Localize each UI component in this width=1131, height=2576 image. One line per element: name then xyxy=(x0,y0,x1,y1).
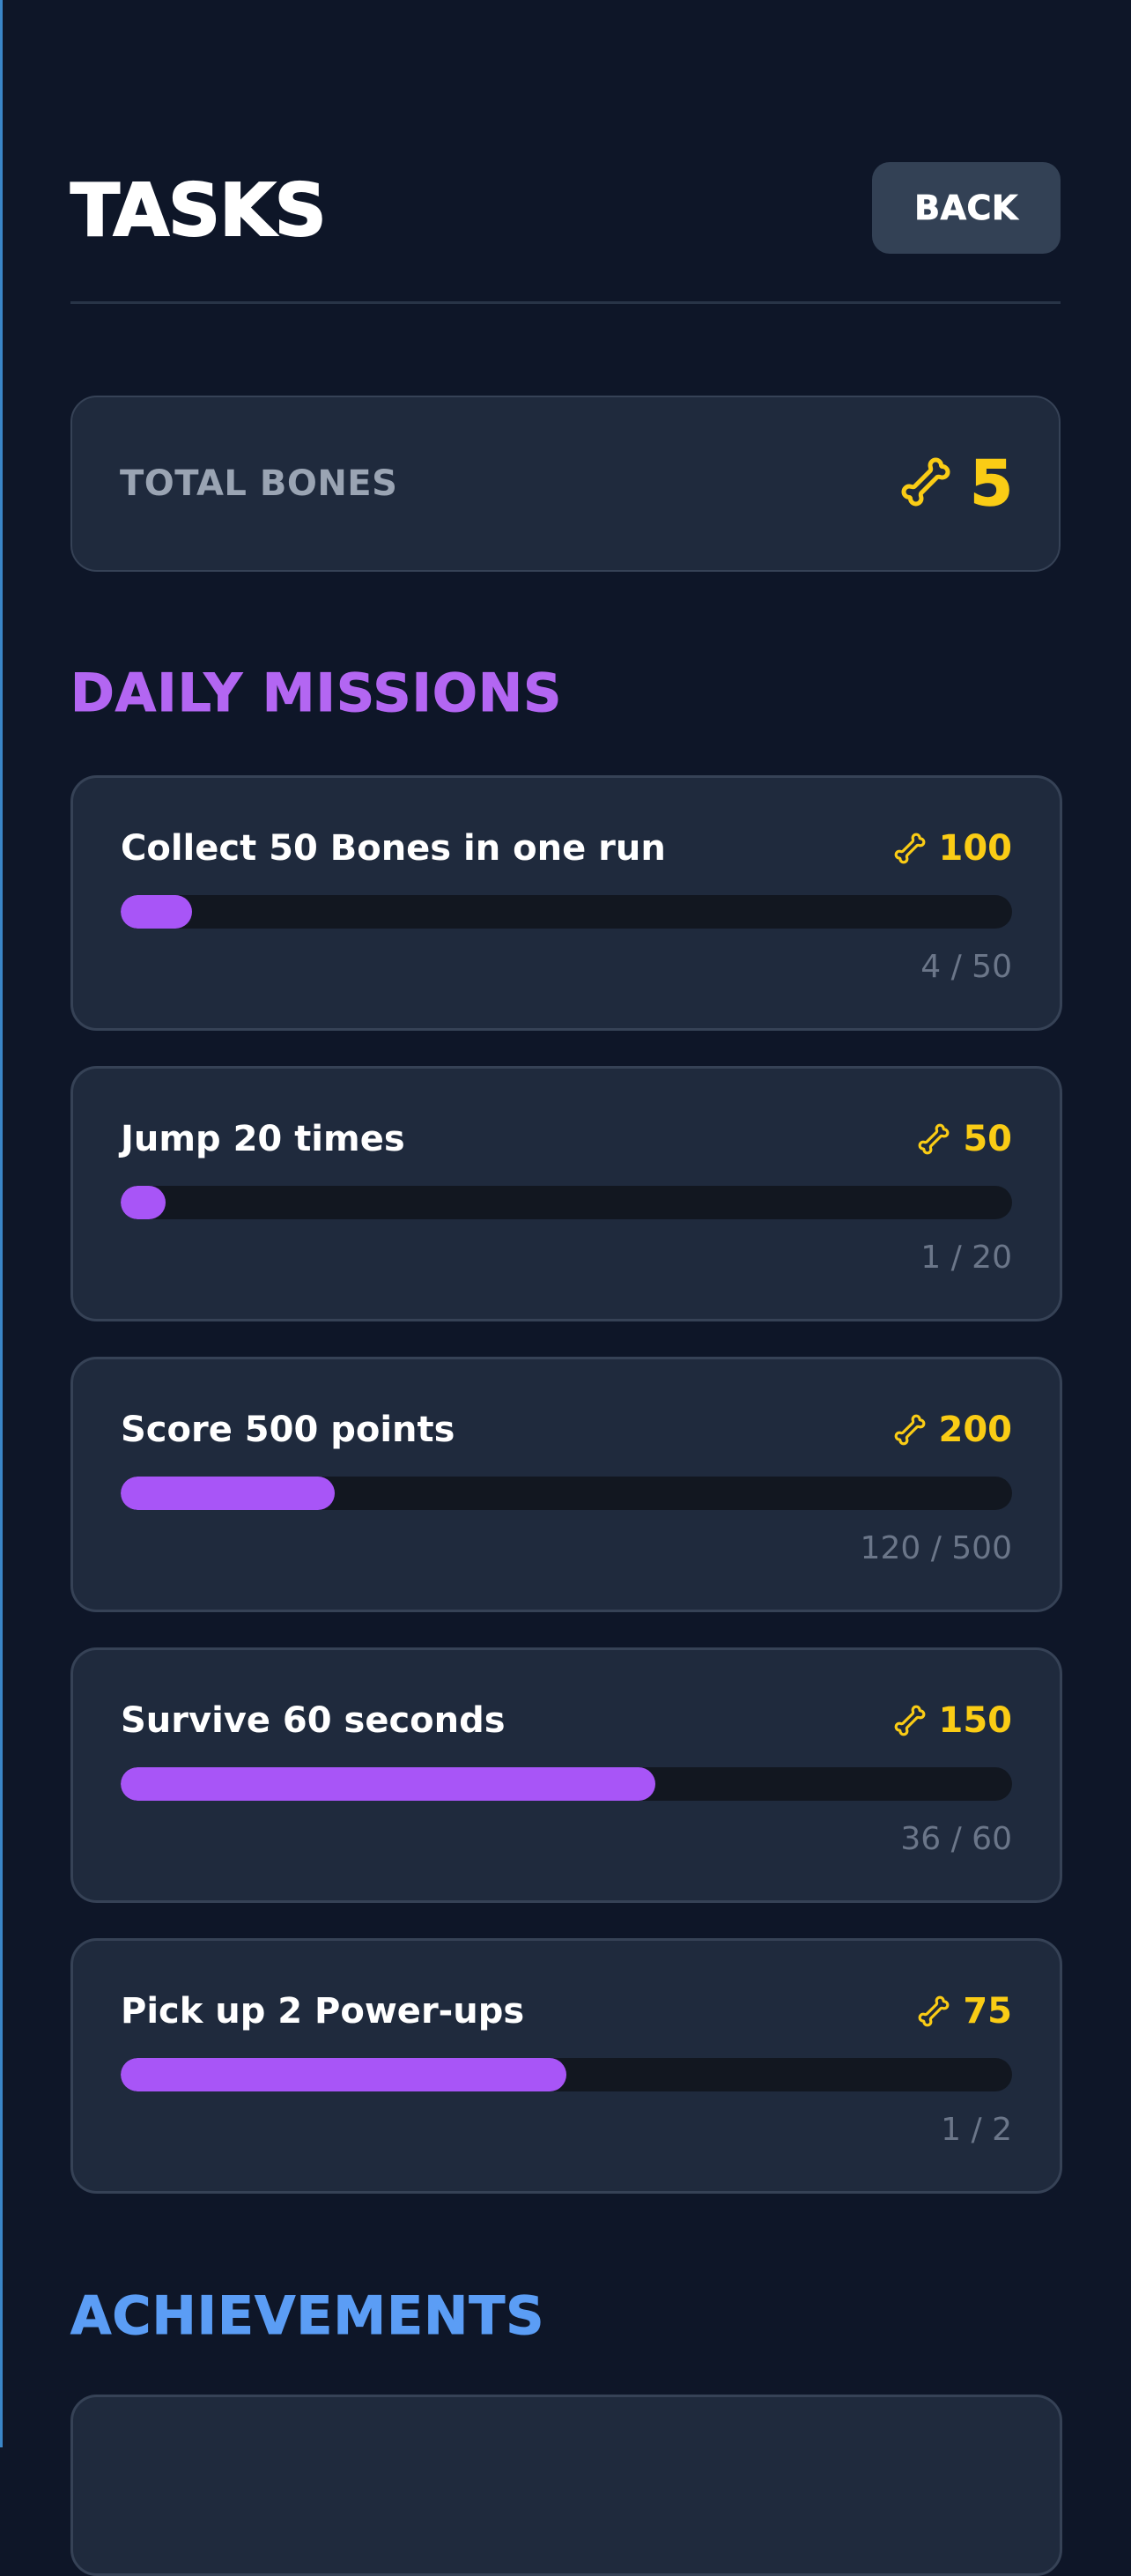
bone-icon xyxy=(893,1704,927,1737)
bone-icon xyxy=(893,1413,927,1447)
back-button[interactable]: BACK xyxy=(872,162,1061,254)
mission-title: Survive 60 seconds xyxy=(121,1700,506,1741)
mission-card[interactable]: Survive 60 seconds 150 36 / 60 xyxy=(70,1647,1062,1903)
mission-reward-value: 150 xyxy=(938,1700,1013,1741)
mission-progress-bar xyxy=(121,895,1012,929)
mission-title: Collect 50 Bones in one run xyxy=(121,828,666,869)
mission-card[interactable]: Pick up 2 Power-ups 75 1 / 2 xyxy=(70,1938,1062,2194)
mission-reward-value: 200 xyxy=(938,1410,1013,1450)
mission-card[interactable]: Collect 50 Bones in one run 100 4 / 50 xyxy=(70,775,1062,1031)
mission-progress-text: 4 / 50 xyxy=(920,949,1012,985)
bone-icon xyxy=(917,1122,950,1156)
header-divider xyxy=(70,301,1061,304)
mission-reward-value: 50 xyxy=(963,1119,1012,1159)
achievement-card xyxy=(70,2395,1062,2576)
mission-progress-bar xyxy=(121,1477,1012,1510)
mission-reward-value: 100 xyxy=(938,828,1013,869)
mission-title: Score 500 points xyxy=(121,1410,455,1450)
mission-progress-text: 36 / 60 xyxy=(900,1821,1012,1857)
total-bones-label: TOTAL BONES xyxy=(120,463,398,504)
total-bones-value-group: 5 xyxy=(899,397,1014,570)
daily-missions-heading: DAILY MISSIONS xyxy=(70,663,563,725)
mission-progress-fill xyxy=(121,1767,656,1801)
mission-progress-bar xyxy=(121,1186,1012,1219)
mission-progress-bar xyxy=(121,2058,1012,2091)
mission-progress-fill xyxy=(121,895,192,929)
total-bones-value: 5 xyxy=(970,447,1014,521)
page-title: TASKS xyxy=(70,168,328,254)
mission-reward: 200 xyxy=(893,1409,1013,1451)
bone-icon xyxy=(899,455,952,512)
mission-reward: 75 xyxy=(917,1990,1012,2032)
mission-progress-text: 1 / 2 xyxy=(941,2112,1012,2148)
mission-progress-fill xyxy=(121,2058,566,2091)
mission-progress-fill xyxy=(121,1186,166,1219)
mission-title: Pick up 2 Power-ups xyxy=(121,1991,525,2032)
mission-reward: 100 xyxy=(893,827,1013,870)
mission-title: Jump 20 times xyxy=(121,1119,405,1159)
window-edge xyxy=(0,0,3,2447)
mission-card[interactable]: Score 500 points 200 120 / 500 xyxy=(70,1357,1062,1612)
bone-icon xyxy=(917,1995,950,2028)
mission-reward: 150 xyxy=(893,1699,1013,1742)
mission-reward: 50 xyxy=(917,1118,1012,1160)
mission-progress-fill xyxy=(121,1477,335,1510)
achievements-heading: ACHIEVEMENTS xyxy=(70,2285,545,2348)
mission-reward-value: 75 xyxy=(963,1991,1012,2032)
header: TASKS BACK xyxy=(70,162,1061,254)
mission-card[interactable]: Jump 20 times 50 1 / 20 xyxy=(70,1066,1062,1321)
bone-icon xyxy=(893,832,927,865)
mission-progress-text: 120 / 500 xyxy=(860,1530,1012,1566)
mission-progress-bar xyxy=(121,1767,1012,1801)
total-bones-card: TOTAL BONES 5 xyxy=(70,396,1061,572)
mission-progress-text: 1 / 20 xyxy=(920,1240,1012,1276)
